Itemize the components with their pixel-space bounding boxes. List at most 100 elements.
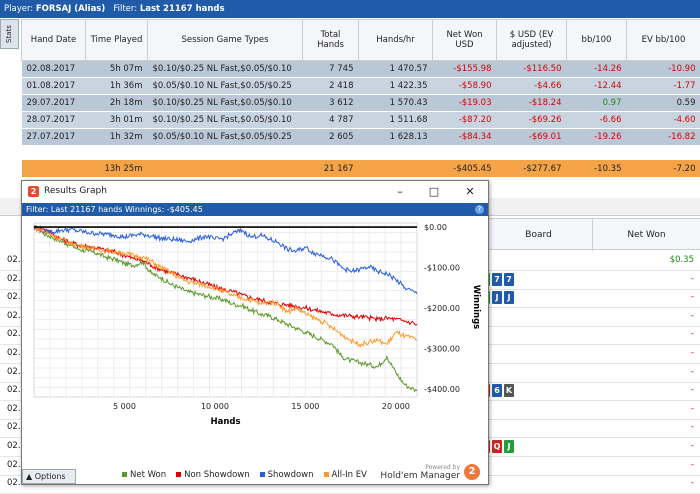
column-header[interactable]: Net Won USD bbox=[433, 20, 497, 61]
table-cell: 1 470.57 bbox=[359, 61, 433, 78]
legend-label: Showdown bbox=[268, 470, 314, 480]
hand-date: 02. bbox=[7, 441, 21, 451]
table-cell: -$87.20 bbox=[433, 112, 497, 129]
total-cell: -7.20 bbox=[627, 160, 700, 178]
help-icon[interactable]: ? bbox=[475, 205, 484, 214]
x-tick-label: 10 000 bbox=[201, 402, 229, 411]
chart-legend: Net Won Non Showdown Showdown All-In EV bbox=[122, 470, 367, 480]
legend-swatch bbox=[176, 472, 181, 477]
table-cell: -12.44 bbox=[567, 78, 627, 95]
hands-grid-header: Board Net Won bbox=[486, 218, 700, 250]
hand-date: 02. bbox=[7, 311, 21, 321]
playing-card: Q bbox=[492, 440, 502, 453]
table-cell: 1h 36m bbox=[86, 78, 148, 95]
table-cell: -$19.03 bbox=[433, 95, 497, 112]
table-cell: 3h 01m bbox=[86, 112, 148, 129]
hand-date: 02. bbox=[7, 460, 21, 470]
table-cell: 1 628.13 bbox=[359, 129, 433, 146]
legend-label: All-In EV bbox=[332, 470, 367, 480]
total-cell: -$277.67 bbox=[497, 160, 567, 178]
net-won-value: - bbox=[691, 348, 694, 358]
player-name[interactable]: FORSAJ (Alias) bbox=[36, 4, 105, 14]
playing-card: J bbox=[504, 440, 514, 453]
column-header[interactable]: Hands/hr bbox=[359, 20, 433, 61]
table-cell: -4.60 bbox=[627, 112, 700, 129]
table-cell: 0.59 bbox=[627, 95, 700, 112]
table-cell: -$58.90 bbox=[433, 78, 497, 95]
table-cell: $0.05/$0.10 NL Fast,$0.05/$0.25 bbox=[148, 78, 303, 95]
net-won-column-header[interactable]: Net Won bbox=[592, 219, 700, 251]
net-won-value: - bbox=[691, 441, 694, 451]
table-row[interactable]: 27.07.20171h 32m$0.05/$0.10 NL Fast,$0.0… bbox=[22, 129, 700, 146]
column-header[interactable]: Hand Date bbox=[22, 20, 86, 61]
table-cell: 3 612 bbox=[303, 95, 359, 112]
total-cell bbox=[22, 160, 86, 178]
brand-name: Hold'em Manager bbox=[380, 471, 460, 481]
table-row[interactable]: 02.08.20175h 07m$0.10/$0.25 NL Fast,$0.0… bbox=[22, 61, 700, 78]
net-won-value: - bbox=[691, 292, 694, 302]
table-cell: -$69.01 bbox=[497, 129, 567, 146]
powered-by: Powered by Hold'em Manager bbox=[380, 464, 460, 481]
results-chart: $0.00-$100.00-$200.00-$300.00-$400.005 0… bbox=[22, 217, 488, 463]
hand-date: 02. bbox=[7, 292, 21, 302]
legend-item[interactable]: Non Showdown bbox=[176, 470, 250, 480]
net-won-value: - bbox=[691, 385, 694, 395]
table-cell: 7 745 bbox=[303, 61, 359, 78]
column-header[interactable]: EV bb/100 bbox=[627, 20, 700, 61]
table-row[interactable]: 29.07.20172h 18m$0.10/$0.25 NL Fast,$0.0… bbox=[22, 95, 700, 112]
totals-row: 13h 25m21 167-$405.45-$277.67-10.35-7.20 bbox=[22, 160, 700, 178]
x-tick-label: 15 000 bbox=[291, 402, 319, 411]
results-graph-window[interactable]: 2 Results Graph – □ ✕ Filter: Last 21167… bbox=[21, 180, 489, 485]
maximize-button[interactable]: □ bbox=[420, 183, 448, 201]
table-cell: 1 511.68 bbox=[359, 112, 433, 129]
board-column-header[interactable]: Board bbox=[486, 219, 591, 251]
net-won-value: - bbox=[691, 422, 694, 432]
column-header[interactable]: $ USD (EV adjusted) bbox=[497, 20, 567, 61]
net-won-value: - bbox=[691, 311, 694, 321]
table-cell: $0.05/$0.10 NL Fast,$0.05/$0.25 bbox=[148, 129, 303, 146]
options-button[interactable]: ▲ Options bbox=[22, 469, 76, 484]
filter-value[interactable]: Last 21167 hands bbox=[140, 4, 225, 14]
stats-tab[interactable]: Stats bbox=[0, 19, 19, 49]
playing-card: J bbox=[504, 291, 514, 304]
y-tick-label: -$400.00 bbox=[424, 385, 460, 394]
minimize-button[interactable]: – bbox=[386, 183, 414, 201]
table-row[interactable]: 01.08.20171h 36m$0.05/$0.10 NL Fast,$0.0… bbox=[22, 78, 700, 95]
playing-card: K bbox=[504, 384, 514, 397]
table-row[interactable]: 28.07.20173h 01m$0.10/$0.25 NL Fast,$0.0… bbox=[22, 112, 700, 129]
hand-date: 02. bbox=[7, 478, 21, 488]
total-cell: -10.35 bbox=[567, 160, 627, 178]
column-header[interactable]: Total Hands bbox=[303, 20, 359, 61]
table-cell: 1 422.35 bbox=[359, 78, 433, 95]
column-header[interactable]: Session Game Types bbox=[148, 20, 303, 61]
player-filter-bar: Player: FORSAJ (Alias) Filter: Last 2116… bbox=[0, 0, 700, 18]
column-header[interactable]: Time Played bbox=[86, 20, 148, 61]
graph-title-bar[interactable]: 2 Results Graph – □ ✕ bbox=[22, 181, 488, 203]
hand-date: 02. bbox=[7, 404, 21, 414]
table-cell: 02.08.2017 bbox=[22, 61, 86, 78]
table-cell: 1 570.43 bbox=[359, 95, 433, 112]
table-cell: 2 605 bbox=[303, 129, 359, 146]
table-cell: $0.10/$0.25 NL Fast,$0.05/$0.10 bbox=[148, 61, 303, 78]
table-cell: 28.07.2017 bbox=[22, 112, 86, 129]
close-button[interactable]: ✕ bbox=[456, 183, 484, 201]
hand-date: 02. bbox=[7, 274, 21, 284]
legend-label: Net Won bbox=[130, 470, 166, 480]
table-cell: 27.07.2017 bbox=[22, 129, 86, 146]
legend-item[interactable]: All-In EV bbox=[324, 470, 367, 480]
column-header[interactable]: bb/100 bbox=[567, 20, 627, 61]
table-cell: -$155.98 bbox=[433, 61, 497, 78]
legend-swatch bbox=[260, 472, 265, 477]
hand-date: 02. bbox=[7, 385, 21, 395]
player-label: Player: bbox=[4, 4, 33, 14]
net-won-value: - bbox=[691, 404, 694, 414]
table-cell: 0.97 bbox=[567, 95, 627, 112]
table-cell: -6.66 bbox=[567, 112, 627, 129]
holdem-manager-logo-icon: 2 bbox=[464, 464, 480, 480]
legend-item[interactable]: Showdown bbox=[260, 470, 314, 480]
y-tick-label: $0.00 bbox=[424, 223, 447, 232]
hand-date: 02. bbox=[7, 422, 21, 432]
legend-item[interactable]: Net Won bbox=[122, 470, 166, 480]
hm2-logo-icon: 2 bbox=[28, 186, 39, 197]
net-won-value: - bbox=[691, 329, 694, 339]
